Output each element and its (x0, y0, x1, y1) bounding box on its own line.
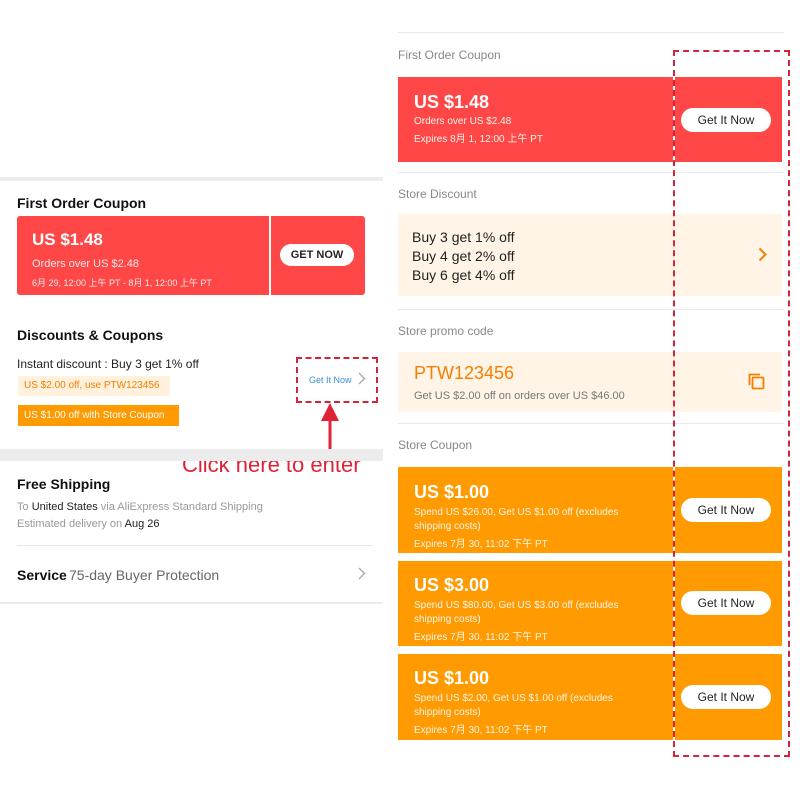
promo-desc: Get US $2.00 off on orders over US $46.0… (414, 390, 625, 402)
section-divider (0, 449, 383, 461)
first-order-label: First Order Coupon (398, 48, 501, 62)
coupon-body: US $1.48 Orders over US $2.48 6月 29, 12:… (17, 216, 269, 295)
coupon-condition: Spend US $26.00, Get US $1.00 off (exclu… (414, 507, 619, 518)
service-label: Service (17, 567, 67, 583)
first-order-title: First Order Coupon (17, 195, 147, 211)
first-order-coupon-card: US $1.48 Orders over US $2.48 6月 29, 12:… (17, 216, 365, 295)
highlight-box (673, 50, 790, 757)
shipping-to: To (17, 501, 29, 513)
coupon-condition: Orders over US $2.48 (32, 258, 139, 270)
coupon-condition: Orders over US $2.48 (414, 116, 512, 127)
shipping-title: Free Shipping (17, 476, 111, 492)
store-discount-label: Store Discount (398, 187, 477, 201)
section-divider (0, 177, 383, 181)
coupon-amount: US $1.48 (414, 92, 490, 112)
coupon-date: 6月 29, 12:00 上午 PT - 8月 1, 12:00 上午 PT (32, 278, 212, 288)
coupon-condition-cont: shipping costs) (414, 521, 481, 532)
promo-code-label: Store promo code (398, 324, 494, 338)
coupon-expiry: Expires 7月 30, 11:02 下午 PT (414, 725, 548, 736)
coupon-expiry: Expires 7月 30, 11:02 下午 PT (414, 539, 548, 550)
coupon-condition-cont: shipping costs) (414, 707, 481, 718)
store-coupon-tag: US $1.00 off with Store Coupon (18, 405, 179, 426)
coupon-expiry: Expires 8月 1, 12:00 上午 PT (414, 134, 543, 145)
coupon-body: US $1.00 Spend US $2.00, Get US $1.00 of… (398, 654, 673, 740)
arrow-up-icon (320, 403, 340, 455)
delivery-prefix: Estimated delivery on (17, 518, 123, 530)
store-coupon-label: Store Coupon (398, 438, 473, 452)
delivery-line: Estimated delivery on Aug 26 (17, 518, 160, 530)
chevron-right-icon[interactable] (358, 567, 366, 583)
coupon-body: US $3.00 Spend US $80.00, Get US $3.00 o… (398, 561, 673, 646)
delivery-date: Aug 26 (124, 518, 160, 530)
discounts-title: Discounts & Coupons (17, 327, 164, 343)
get-it-now-link[interactable]: Get It Now (309, 375, 352, 385)
shipping-method: via AliExpress Standard Shipping (100, 501, 263, 513)
promo-code: PTW123456 (414, 363, 515, 383)
instant-discount-text: Instant discount : Buy 3 get 1% off (17, 357, 199, 371)
coupon-body: US $1.48 Orders over US $2.48 Expires 8月… (398, 77, 673, 162)
shipping-destination-line: To United States via AliExpress Standard… (17, 501, 263, 513)
coupon-amount: US $1.00 (414, 668, 490, 688)
promo-code-tag: US $2.00 off, use PTW123456 (18, 376, 170, 396)
coupon-condition: Spend US $2.00, Get US $1.00 off (exclud… (414, 693, 613, 704)
left-panel: First Order Coupon US $1.48 Orders over … (0, 0, 383, 800)
section-divider (0, 602, 383, 604)
coupon-condition: Spend US $80.00, Get US $3.00 off (exclu… (414, 600, 619, 611)
shipping-destination: United States (31, 501, 98, 513)
discount-tier: Buy 4 get 2% off (412, 248, 515, 264)
discount-tier: Buy 6 get 4% off (412, 267, 515, 283)
coupon-body: US $1.00 Spend US $26.00, Get US $1.00 o… (398, 467, 673, 553)
chevron-right-icon (358, 372, 366, 388)
coupon-expiry: Expires 7月 30, 11:02 下午 PT (414, 632, 548, 643)
coupon-amount: US $3.00 (414, 575, 490, 595)
service-value: 75-day Buyer Protection (69, 567, 220, 583)
get-now-button[interactable]: GET NOW (280, 244, 354, 266)
divider (398, 32, 784, 33)
discount-tier: Buy 3 get 1% off (412, 229, 515, 245)
coupon-amount: US $1.48 (32, 230, 103, 249)
divider (17, 545, 373, 546)
coupon-condition-cont: shipping costs) (414, 614, 481, 625)
coupon-amount: US $1.00 (414, 482, 490, 502)
